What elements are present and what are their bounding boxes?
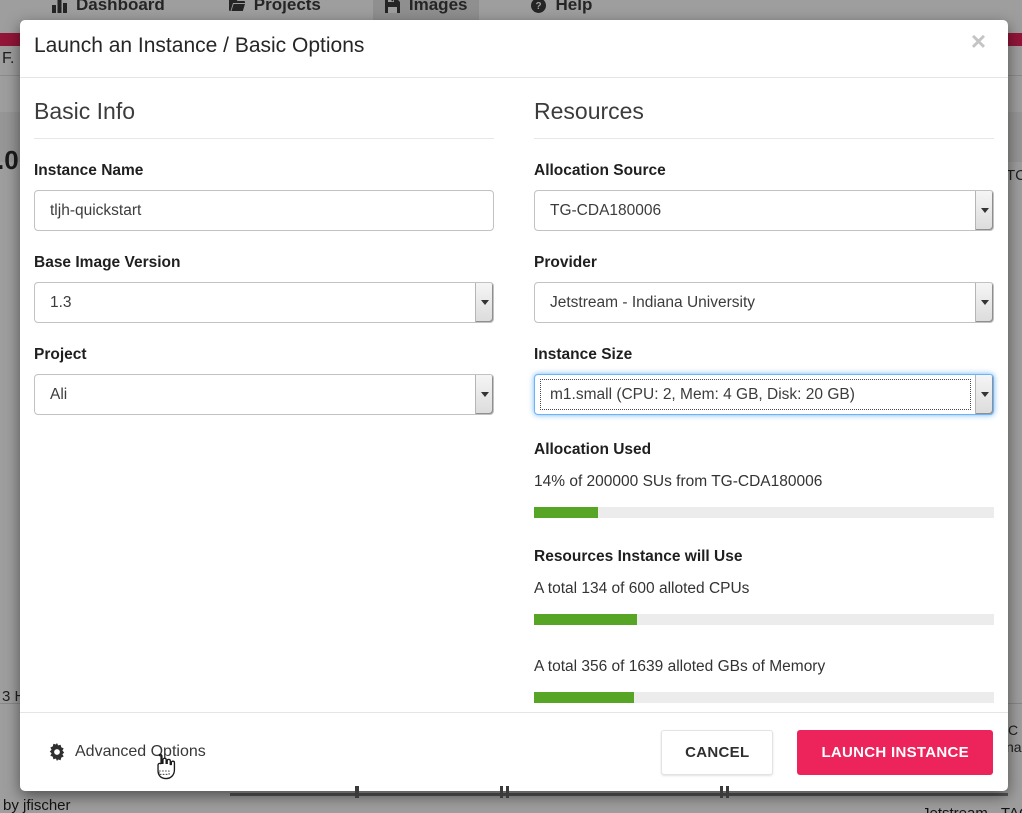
allocation-source-select[interactable]: TG-CDA180006 bbox=[534, 190, 994, 231]
launch-instance-modal: Launch an Instance / Basic Options × Bas… bbox=[20, 20, 1008, 791]
instance-name-label: Instance Name bbox=[34, 162, 494, 180]
allocation-source-label: Allocation Source bbox=[534, 162, 994, 180]
project-group: Project Ali bbox=[34, 346, 494, 415]
allocation-used-progressbar bbox=[534, 507, 994, 518]
provider-group: Provider Jetstream - Indiana University bbox=[534, 254, 994, 323]
provider-select[interactable]: Jetstream - Indiana University bbox=[534, 282, 994, 323]
allocation-source-group: Allocation Source TG-CDA180006 bbox=[534, 162, 994, 231]
close-icon[interactable]: × bbox=[971, 28, 986, 54]
base-image-version-label: Base Image Version bbox=[34, 254, 494, 272]
cpu-usage-progressbar bbox=[534, 614, 994, 625]
instance-name-group: Instance Name bbox=[34, 162, 494, 231]
allocation-source-value: TG-CDA180006 bbox=[550, 202, 661, 220]
launch-instance-button[interactable]: LAUNCH INSTANCE bbox=[797, 730, 993, 775]
allocation-used-heading: Allocation Used bbox=[534, 441, 994, 459]
instance-size-group: Instance Size m1.small (CPU: 2, Mem: 4 G… bbox=[534, 346, 994, 415]
chevron-down-icon bbox=[475, 283, 493, 322]
chevron-down-icon bbox=[975, 375, 993, 414]
project-select[interactable]: Ali bbox=[34, 374, 494, 415]
cpu-usage-text: A total 134 of 600 alloted CPUs bbox=[534, 580, 994, 598]
advanced-options-button[interactable]: Advanced Options bbox=[48, 743, 206, 761]
project-value: Ali bbox=[50, 386, 67, 404]
base-image-version-select[interactable]: 1.3 bbox=[34, 282, 494, 323]
resources-column: Resources Allocation Source TG-CDA180006… bbox=[534, 98, 994, 703]
instance-name-input[interactable] bbox=[34, 190, 494, 231]
focus-ring bbox=[540, 379, 971, 410]
bg-dark-row-edge bbox=[230, 793, 1008, 796]
basic-info-heading: Basic Info bbox=[34, 98, 494, 139]
allocation-used-text: 14% of 200000 SUs from TG-CDA180006 bbox=[534, 473, 994, 491]
modal-header: Launch an Instance / Basic Options × bbox=[20, 20, 1008, 77]
instance-size-select[interactable]: m1.small (CPU: 2, Mem: 4 GB, Disk: 20 GB… bbox=[534, 374, 994, 415]
bg-letter-stub bbox=[720, 786, 723, 798]
chevron-down-icon bbox=[975, 283, 993, 322]
resources-will-use-heading: Resources Instance will Use bbox=[534, 548, 994, 566]
bg-letter-stub bbox=[500, 786, 503, 798]
instance-size-label: Instance Size bbox=[534, 346, 994, 364]
memory-usage-progress-fill bbox=[534, 692, 634, 703]
bg-letter-stub bbox=[355, 786, 359, 798]
gear-icon bbox=[48, 743, 66, 761]
cpu-usage-progress-fill bbox=[534, 614, 637, 625]
chevron-down-icon bbox=[975, 191, 993, 230]
cancel-button[interactable]: CANCEL bbox=[661, 730, 773, 775]
modal-body: Basic Info Instance Name Base Image Vers… bbox=[20, 78, 1008, 703]
project-label: Project bbox=[34, 346, 494, 364]
chevron-down-icon bbox=[475, 375, 493, 414]
resources-heading: Resources bbox=[534, 98, 994, 139]
bg-letter-stub bbox=[506, 786, 509, 798]
allocation-used-progress-fill bbox=[534, 507, 598, 518]
bg-letter-stub bbox=[726, 786, 729, 798]
modal-footer: Advanced Options CANCEL LAUNCH INSTANCE bbox=[20, 712, 1008, 791]
base-image-version-value: 1.3 bbox=[50, 294, 72, 312]
base-image-version-group: Base Image Version 1.3 bbox=[34, 254, 494, 323]
memory-usage-text: A total 356 of 1639 alloted GBs of Memor… bbox=[534, 658, 994, 676]
provider-value: Jetstream - Indiana University bbox=[550, 294, 755, 312]
modal-title: Launch an Instance / Basic Options bbox=[34, 34, 994, 58]
advanced-options-label: Advanced Options bbox=[75, 743, 206, 761]
memory-usage-progressbar bbox=[534, 692, 994, 703]
basic-info-column: Basic Info Instance Name Base Image Vers… bbox=[34, 98, 494, 703]
provider-label: Provider bbox=[534, 254, 994, 272]
